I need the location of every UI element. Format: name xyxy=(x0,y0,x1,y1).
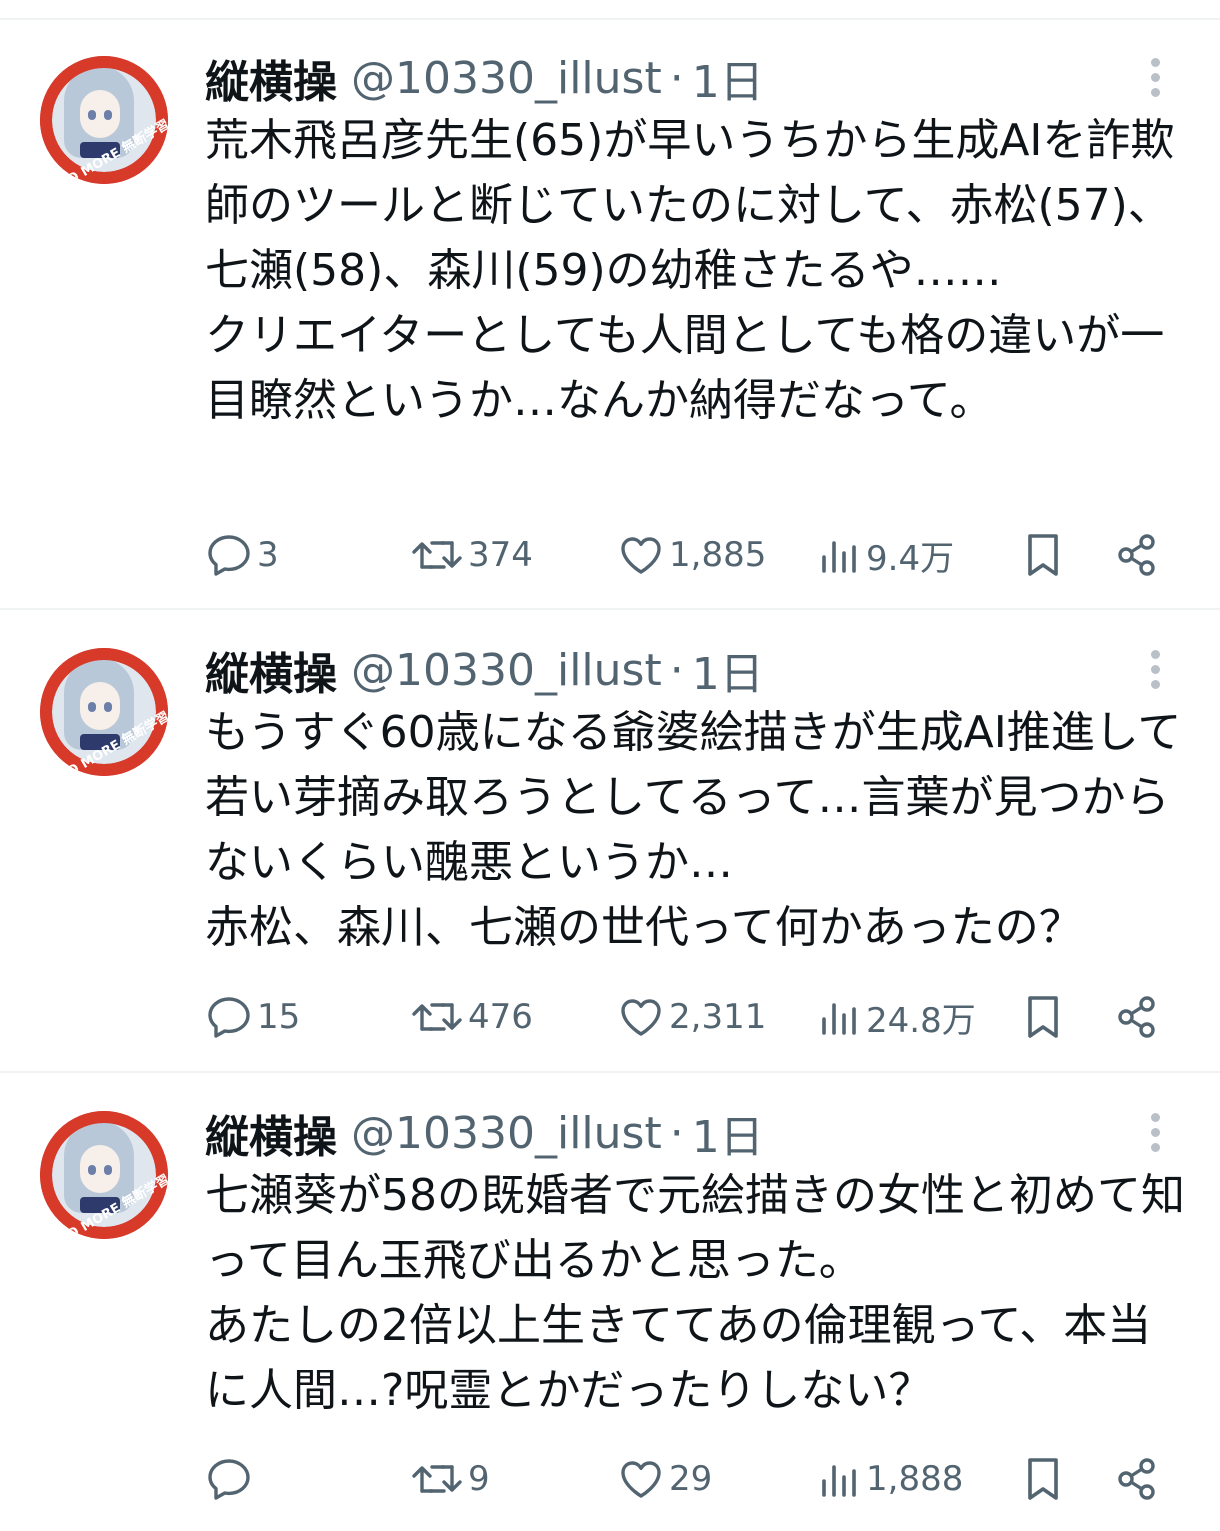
heart-icon xyxy=(617,531,665,579)
tweet-header: 縦横操 @10330_illust · 1日 xyxy=(205,1105,764,1164)
vertical-dots-icon[interactable] xyxy=(1145,58,1165,102)
action-bar: 15 476 2,311 24.8万 xyxy=(205,993,1170,1041)
repost-button[interactable]: 9 xyxy=(410,1455,490,1503)
bookmark-button[interactable] xyxy=(1023,531,1063,579)
avatar[interactable]: NO MORE 無断学習 xyxy=(40,56,168,184)
action-bar: 9 29 1,888 xyxy=(205,1455,1170,1503)
share-icon xyxy=(1113,531,1161,579)
reply-count: 3 xyxy=(257,535,279,575)
repost-count: 9 xyxy=(468,1459,490,1499)
heart-icon xyxy=(617,993,665,1041)
like-button[interactable]: 29 xyxy=(617,1455,712,1503)
share-icon xyxy=(1113,993,1161,1041)
speech-bubble-icon xyxy=(205,993,253,1041)
tweet-divider xyxy=(0,1071,1220,1073)
tweet-text: もうすぐ60歳になる爺婆絵描きが生成AI推進して若い芽摘み取ろうとしてるって…言… xyxy=(205,707,1182,953)
repost-arrows-icon xyxy=(410,531,464,579)
views-button[interactable]: 24.8万 xyxy=(818,993,976,1041)
reply-button[interactable] xyxy=(205,1455,257,1503)
timestamp[interactable]: 1日 xyxy=(692,638,764,702)
separator-dot: · xyxy=(669,1107,684,1159)
tweet[interactable]: NO MORE 無断学習 縦横操 @10330_illust · 1日 もうすぐ… xyxy=(0,612,1220,1073)
view-count: 24.8万 xyxy=(866,1000,976,1041)
vertical-dots-icon[interactable] xyxy=(1145,1113,1165,1157)
reply-button[interactable]: 15 xyxy=(205,993,300,1041)
bookmark-icon xyxy=(1023,531,1063,579)
timestamp[interactable]: 1日 xyxy=(692,46,764,110)
avatar[interactable]: NO MORE 無断学習 xyxy=(40,648,168,776)
speech-bubble-icon xyxy=(205,531,253,579)
share-button[interactable] xyxy=(1113,1455,1161,1503)
bookmark-button[interactable] xyxy=(1023,1455,1063,1503)
separator-dot: · xyxy=(669,52,684,104)
author-name[interactable]: 縦横操 xyxy=(205,46,337,110)
reply-count: 15 xyxy=(257,997,301,1037)
share-button[interactable] xyxy=(1113,531,1161,579)
bar-chart-icon xyxy=(818,993,862,1041)
like-button[interactable]: 2,311 xyxy=(617,993,766,1041)
bookmark-button[interactable] xyxy=(1023,993,1063,1041)
repost-button[interactable]: 476 xyxy=(410,993,533,1041)
bookmark-icon xyxy=(1023,993,1063,1041)
like-count: 2,311 xyxy=(669,997,767,1037)
author-handle[interactable]: @10330_illust xyxy=(351,645,662,696)
tweet-header: 縦横操 @10330_illust · 1日 xyxy=(205,50,764,109)
views-button[interactable]: 9.4万 xyxy=(818,531,954,579)
repost-count: 476 xyxy=(468,997,533,1037)
tweet[interactable]: NO MORE 無断学習 縦横操 @10330_illust · 1日 荒木飛呂… xyxy=(0,20,1220,610)
avatar[interactable]: NO MORE 無断学習 xyxy=(40,1111,168,1239)
bar-chart-icon xyxy=(818,1455,862,1503)
tweet[interactable]: NO MORE 無断学習 縦横操 @10330_illust · 1日 七瀬葵が… xyxy=(0,1075,1220,1531)
like-count: 1,885 xyxy=(669,535,767,575)
repost-arrows-icon xyxy=(410,993,464,1041)
bar-chart-icon xyxy=(818,531,862,579)
share-icon xyxy=(1113,1455,1161,1503)
like-count: 29 xyxy=(669,1459,713,1499)
tweet-header: 縦横操 @10330_illust · 1日 xyxy=(205,642,764,701)
repost-arrows-icon xyxy=(410,1455,464,1503)
tweet-text: 七瀬葵が58の既婚者で元絵描きの女性と初めて知って目ん玉飛び出るかと思った。 あ… xyxy=(205,1170,1185,1416)
speech-bubble-icon xyxy=(205,1455,253,1503)
author-name[interactable]: 縦横操 xyxy=(205,638,337,702)
view-count: 9.4万 xyxy=(866,538,955,579)
bookmark-icon xyxy=(1023,1455,1063,1503)
action-bar: 3 374 1,885 9.4万 xyxy=(205,531,1170,579)
like-button[interactable]: 1,885 xyxy=(617,531,766,579)
author-handle[interactable]: @10330_illust xyxy=(351,53,662,104)
view-count: 1,888 xyxy=(866,1459,964,1499)
repost-count: 374 xyxy=(468,535,533,575)
tweet-text: 荒木飛呂彦先生(65)が早いうちから生成AIを詐欺師のツールと断じていたのに対し… xyxy=(205,115,1175,426)
repost-button[interactable]: 374 xyxy=(410,531,533,579)
separator-dot: · xyxy=(669,644,684,696)
timestamp[interactable]: 1日 xyxy=(692,1101,764,1165)
tweet-divider xyxy=(0,608,1220,610)
vertical-dots-icon[interactable] xyxy=(1145,650,1165,694)
heart-icon xyxy=(617,1455,665,1503)
views-button[interactable]: 1,888 xyxy=(818,1455,963,1503)
author-name[interactable]: 縦横操 xyxy=(205,1101,337,1165)
author-handle[interactable]: @10330_illust xyxy=(351,1108,662,1159)
share-button[interactable] xyxy=(1113,993,1161,1041)
reply-button[interactable]: 3 xyxy=(205,531,279,579)
